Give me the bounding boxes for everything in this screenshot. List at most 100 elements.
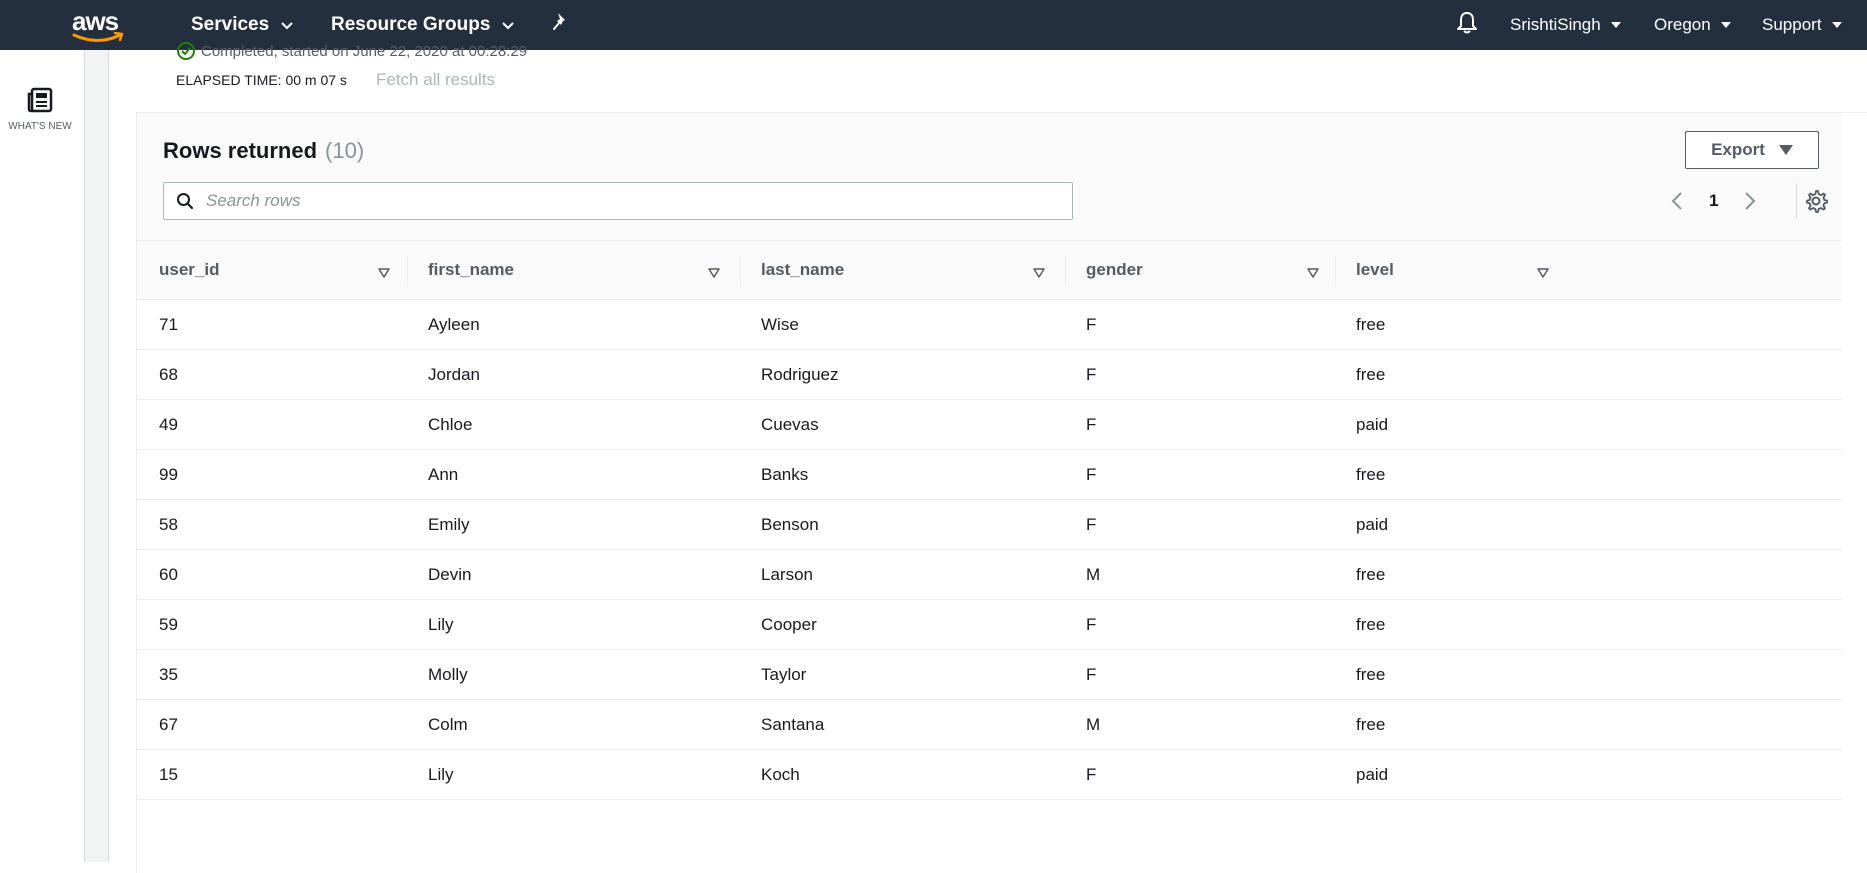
cell-gender: F [1086,464,1097,484]
cell-last-name: Benson [761,514,819,534]
column-header-gender[interactable]: gender [1086,241,1327,299]
account-menu-label: SrishtiSingh [1510,15,1601,34]
cell-user-id: 68 [159,364,178,384]
gear-icon [1806,190,1828,213]
cell-gender: F [1086,364,1097,384]
cell-gender: M [1086,564,1101,584]
cell-user-id: 15 [159,764,178,784]
column-divider[interactable] [1065,255,1066,285]
support-menu[interactable]: Support [1762,0,1842,50]
chevron-down-icon [281,14,293,36]
cell-first-name: Lily [428,614,454,634]
resource-groups-menu-label: Resource Groups [331,14,491,35]
table-settings-button[interactable] [1803,188,1829,214]
table-row[interactable]: 99 Ann Banks Ffree [137,450,1842,500]
results-header [137,113,1842,240]
cell-first-name: Ann [428,464,459,484]
cell-last-name: Taylor [761,664,807,684]
table-row[interactable]: 58 Emily Benson Fpaid [137,500,1842,550]
region-menu[interactable]: Oregon [1654,0,1731,50]
table-row[interactable]: 49 Chloe Cuevas Fpaid [137,400,1842,450]
previous-page-button[interactable] [1667,189,1687,213]
column-header-label: level [1356,260,1394,279]
cell-last-name: Banks [761,464,809,484]
table-row[interactable]: 71 Ayleen Wise Ffree [137,300,1842,350]
chevron-left-icon [1671,192,1682,210]
check-circle-icon [177,42,195,60]
cell-user-id: 35 [159,664,178,684]
chevron-right-icon [1745,192,1756,210]
cell-level: free [1356,464,1386,484]
bell-icon [1456,11,1478,40]
whats-new-button[interactable]: WHAT'S NEW [0,86,80,132]
chevron-down-icon [502,14,515,36]
export-button[interactable]: Export [1685,131,1819,169]
pin-icon [552,12,570,38]
column-header-last-name[interactable]: last_name [761,241,1053,299]
column-header-level[interactable]: level [1356,241,1557,299]
notifications-button[interactable] [1456,0,1478,50]
table-header: user_id first_name last_name gender level [137,240,1842,300]
caret-down-icon [1610,22,1621,28]
query-status: Completed, started on June 22, 2020 at 0… [177,42,527,60]
table-row[interactable]: 59 Lily Cooper Ffree [137,600,1842,650]
account-menu[interactable]: SrishtiSingh [1510,0,1621,50]
cell-gender: F [1086,614,1097,634]
cell-level: free [1356,364,1386,384]
table-row[interactable]: 68 Jordan Rodriguez Ffree [137,350,1842,400]
cell-first-name: Lily [428,764,454,784]
sort-triangle-icon[interactable] [1033,263,1045,283]
current-page-number[interactable]: 1 [1709,191,1718,211]
services-menu-label: Services [191,14,270,35]
table-row[interactable]: 35 Molly Taylor Ffree [137,650,1842,700]
export-button-label: Export [1711,140,1765,159]
table-row[interactable]: 15 Lily Koch Fpaid [137,750,1842,800]
cell-level: free [1356,714,1386,734]
table-body: 71 Ayleen Wise Ffree 68 Jordan Rodriguez Ffree 4… [137,300,1842,800]
cell-level: free [1356,664,1386,684]
sort-triangle-icon[interactable] [1537,263,1549,283]
main-content: Completed, started on June 22, 2020 at 0… [109,42,1867,873]
aws-logo[interactable]: aws [70,6,126,42]
cell-level: paid [1356,764,1389,784]
cell-user-id: 71 [159,314,178,334]
pagination: 1 [1667,183,1760,219]
cell-user-id: 67 [159,714,178,734]
elapsed-time: ELAPSED TIME: 00 m 07 s [176,72,347,88]
cell-gender: F [1086,514,1097,534]
aws-smile-icon [72,32,124,42]
cell-gender: F [1086,414,1097,434]
cell-last-name: Santana [761,714,825,734]
caret-down-icon [1720,22,1731,28]
search-rows-field[interactable] [163,182,1073,220]
cell-gender: F [1086,664,1097,684]
column-divider[interactable] [740,255,741,285]
sort-triangle-icon[interactable] [378,263,390,283]
table-row[interactable]: 60 Devin Larson Mfree [137,550,1842,600]
cell-first-name: Devin [428,564,472,584]
cell-gender: F [1086,764,1097,784]
results-panel: Rows returned (10) Export 1 [136,113,1842,873]
column-divider[interactable] [1335,255,1336,285]
results-table: user_id first_name last_name gender level 71… [137,240,1842,800]
caret-down-icon [1778,145,1793,155]
search-rows-input[interactable] [206,187,1056,215]
rows-returned-label: Rows returned [163,138,318,163]
sort-triangle-icon[interactable] [708,263,720,283]
pin-button[interactable] [552,0,570,50]
cell-last-name: Larson [761,564,813,584]
column-header-label: first_name [428,260,514,279]
sort-triangle-icon[interactable] [1307,263,1319,283]
cell-level: free [1356,314,1386,334]
cell-gender: M [1086,714,1101,734]
fetch-all-results-link[interactable]: Fetch all results [376,70,495,90]
column-header-label: last_name [761,260,845,279]
column-header-first-name[interactable]: first_name [428,241,728,299]
column-header-user-id[interactable]: user_id [159,241,398,299]
next-page-button[interactable] [1740,189,1760,213]
column-header-label: gender [1086,260,1143,279]
cell-gender: F [1086,314,1097,334]
table-row[interactable]: 67 Colm Santana Mfree [137,700,1842,750]
left-rail [0,50,84,862]
column-divider[interactable] [407,255,408,285]
